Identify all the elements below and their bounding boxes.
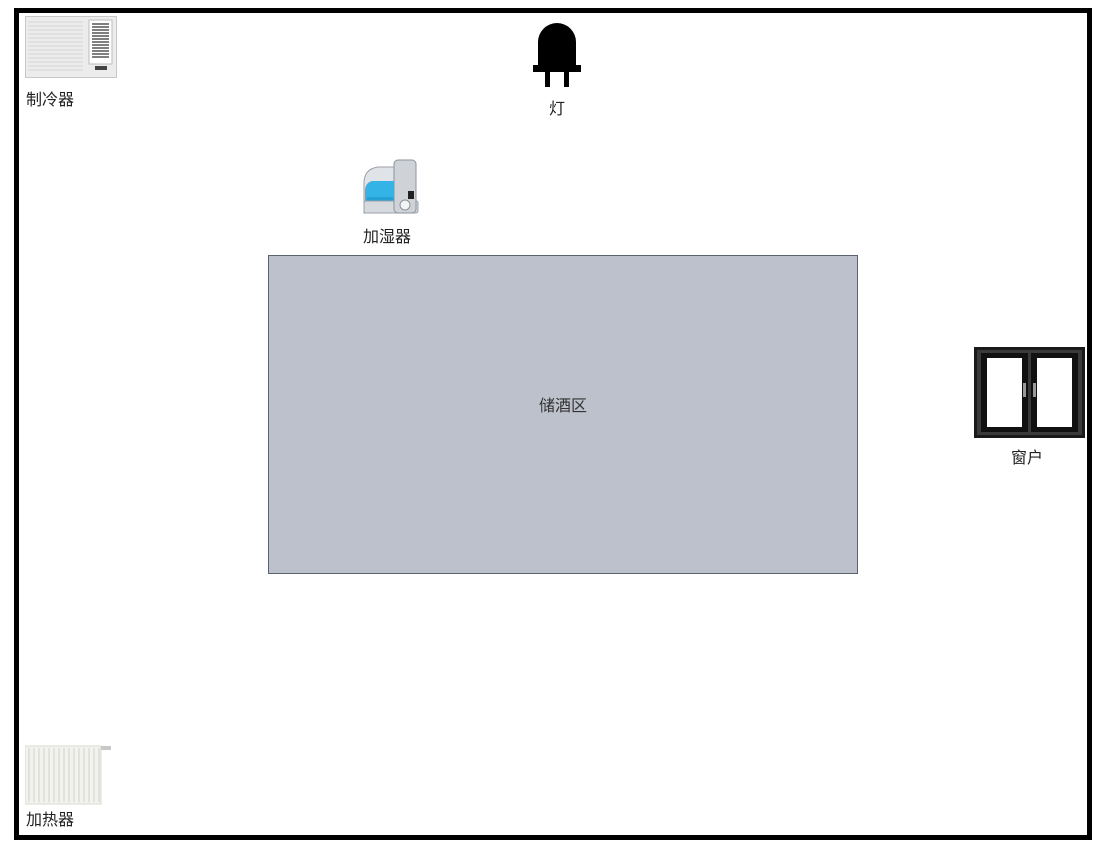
window-icon [974,347,1085,438]
light-label: 灯 [549,99,566,118]
humidifier-label: 加湿器 [363,227,412,246]
radiator-icon [24,745,111,805]
bulb-icon [533,23,581,87]
cooler-device[interactable] [25,16,117,78]
humidifier-device[interactable] [362,157,420,215]
air-conditioner-icon [25,16,117,78]
window-device[interactable] [974,347,1085,438]
heater-label: 加热器 [26,810,75,829]
humidifier-icon [363,159,419,214]
wine-storage-zone-label: 储酒区 [538,396,587,415]
heater-device[interactable] [24,743,113,805]
window-label: 窗户 [1011,448,1044,467]
light-device[interactable] [531,20,583,90]
cooler-label: 制冷器 [26,90,75,109]
wine-storage-zone[interactable]: 储酒区 [268,255,858,574]
